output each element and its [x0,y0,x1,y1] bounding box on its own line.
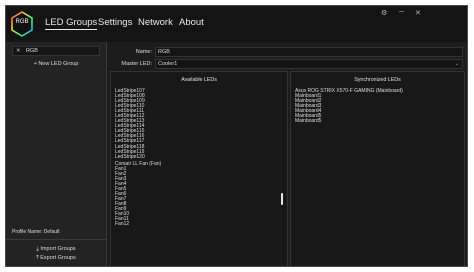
name-input[interactable]: RGB [155,47,463,57]
logo-text: RGB [15,19,28,25]
export-groups-button[interactable]: ⤒ Export Groups [6,255,106,262]
main-panel: Name: RGB Master LED: Cooler1 ⌄ Availabl… [107,42,467,266]
tab-settings[interactable]: Settings [98,17,132,28]
tab-network[interactable]: Network [138,17,173,28]
synchronized-leds-panel: Synchronized LEDs Asus ROG STRIX X570-F … [290,71,465,266]
delete-group-icon[interactable]: ✕ [16,47,21,56]
list-item[interactable]: Fan12 [115,222,161,227]
divider [6,239,106,240]
synchronized-leds-title: Synchronized LEDs [354,77,401,83]
list-item[interactable]: LedStripe120 [115,154,161,160]
import-icon: ⤓ [36,246,39,252]
settings-gear-icon[interactable]: ⚙ [381,9,387,17]
top-bar: RGB LED Groups Settings Network About ⚙ … [6,6,467,42]
tab-led-groups[interactable]: LED Groups [45,17,98,30]
tab-about[interactable]: About [179,17,204,28]
import-label: Import Groups [40,246,76,252]
synchronized-leds-list: Asus ROG STRIX X570-F GAMING (Mainboard)… [295,88,403,124]
name-label: Name: [135,49,152,55]
led-group-label: RGB [26,48,38,54]
close-icon[interactable]: ✕ [415,9,421,17]
import-groups-button[interactable]: ⤓ Import Groups [6,246,106,253]
available-leds-panel: Available LEDs LedStripe107 LedStripe108… [110,71,288,266]
profile-name-label: Profile Name: Default [12,229,60,235]
available-leds-title: Available LEDs [181,77,217,83]
master-led-value: Cooler1 [158,61,178,67]
app-window: RGB LED Groups Settings Network About ⚙ … [5,5,468,267]
rgb-logo: RGB [11,11,33,37]
export-icon: ⤒ [36,255,39,261]
available-leds-list: LedStripe107 LedStripe108 LedStripe109 L… [115,88,161,227]
new-led-group-button[interactable]: + New LED Group [6,61,106,67]
minimize-icon[interactable]: ─ [399,9,404,16]
master-led-select[interactable]: Cooler1 ⌄ [155,59,463,69]
list-item[interactable]: Mainboard5 [295,119,403,124]
led-group-item[interactable]: ✕ RGB [12,46,100,56]
master-led-label: Master LED: [121,61,152,67]
sidebar: ✕ RGB + New LED Group Profile Name: Defa… [6,42,107,266]
scrollbar-thumb[interactable] [281,193,283,205]
chevron-down-icon: ⌄ [454,61,459,67]
export-label: Export Groups [40,255,76,261]
